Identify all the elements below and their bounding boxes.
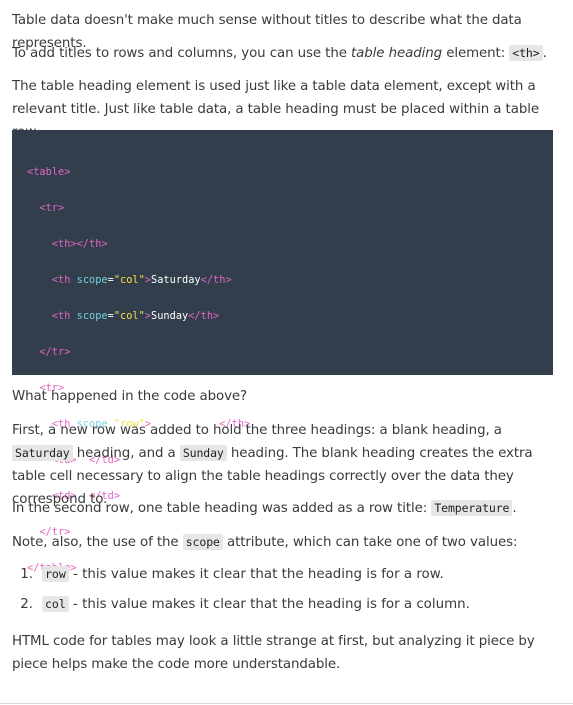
second-row-paragraph: In the second row, one table heading was… (12, 497, 517, 520)
list-number: 1. (20, 567, 33, 582)
code-line: <th scope="col">Saturday</th> (27, 271, 553, 289)
inline-code-sunday: Sunday (179, 445, 227, 461)
text-span: First, a new row was added to hold the t… (12, 423, 502, 438)
inline-code-temperature: Temperature (431, 500, 513, 516)
inline-code-row: row (42, 566, 69, 582)
text-span: - this value makes it clear that the hea… (68, 567, 444, 582)
text-span: Note, also, the use of the (12, 535, 183, 550)
emphasis-table-heading: table heading (351, 46, 443, 61)
bottom-divider (0, 703, 573, 704)
code-tag: <th></th> (51, 238, 108, 250)
text-span: heading, and a (72, 446, 180, 461)
text-span: . (512, 501, 517, 516)
code-tag: <table> (27, 166, 71, 178)
list-item-text: col - this value makes it clear that the… (42, 593, 470, 616)
inline-code-col: col (42, 596, 69, 612)
code-example-block: <table> <tr> <th></th> <th scope="col">S… (12, 130, 553, 574)
scope-values-list: 1. row - this value makes it clear that … (12, 563, 470, 623)
code-string: "col" (113, 310, 145, 322)
code-line: </tr> (27, 343, 553, 361)
question-paragraph: What happened in the code above? (12, 389, 248, 404)
code-line: <th scope="col">Sunday</th> (27, 307, 553, 325)
code-tag: <tr> (39, 202, 65, 214)
code-attr: scope (76, 274, 108, 286)
inline-code-saturday: Saturday (12, 445, 73, 461)
code-tag: </tr> (39, 346, 71, 358)
list-item: 1. row - this value makes it clear that … (12, 563, 470, 593)
code-tag: <th (51, 274, 71, 286)
code-line: <tr> (27, 199, 553, 217)
list-item: 2. col - this value makes it clear that … (12, 593, 470, 623)
th-intro-paragraph: To add titles to rows and columns, you c… (12, 42, 547, 65)
code-line: <table> (27, 163, 553, 181)
list-number: 2. (20, 597, 33, 612)
text-span: To add titles to rows and columns, you c… (12, 46, 352, 61)
code-tag: </th> (188, 310, 220, 322)
scope-paragraph: Note, also, the use of the scope attribu… (12, 531, 517, 554)
closing-paragraph: HTML code for tables may look a little s… (12, 634, 535, 672)
text-span: In the second row, one table heading was… (12, 501, 432, 516)
code-text: Sunday (151, 310, 189, 322)
text-span: . (542, 46, 547, 61)
code-attr: scope (76, 310, 108, 322)
code-string: "col" (113, 274, 145, 286)
text-span: attribute, which can take one of two val… (222, 535, 518, 550)
code-tag: <th (51, 310, 71, 322)
code-tag: </th> (200, 274, 232, 286)
text-span: - this value makes it clear that the hea… (68, 597, 470, 612)
inline-code-th: <th> (509, 45, 543, 61)
code-text: Saturday (151, 274, 201, 286)
list-item-text: row - this value makes it clear that the… (42, 563, 444, 586)
text-span: element: (442, 46, 510, 61)
code-line: <th></th> (27, 235, 553, 253)
inline-code-scope: scope (182, 534, 223, 550)
